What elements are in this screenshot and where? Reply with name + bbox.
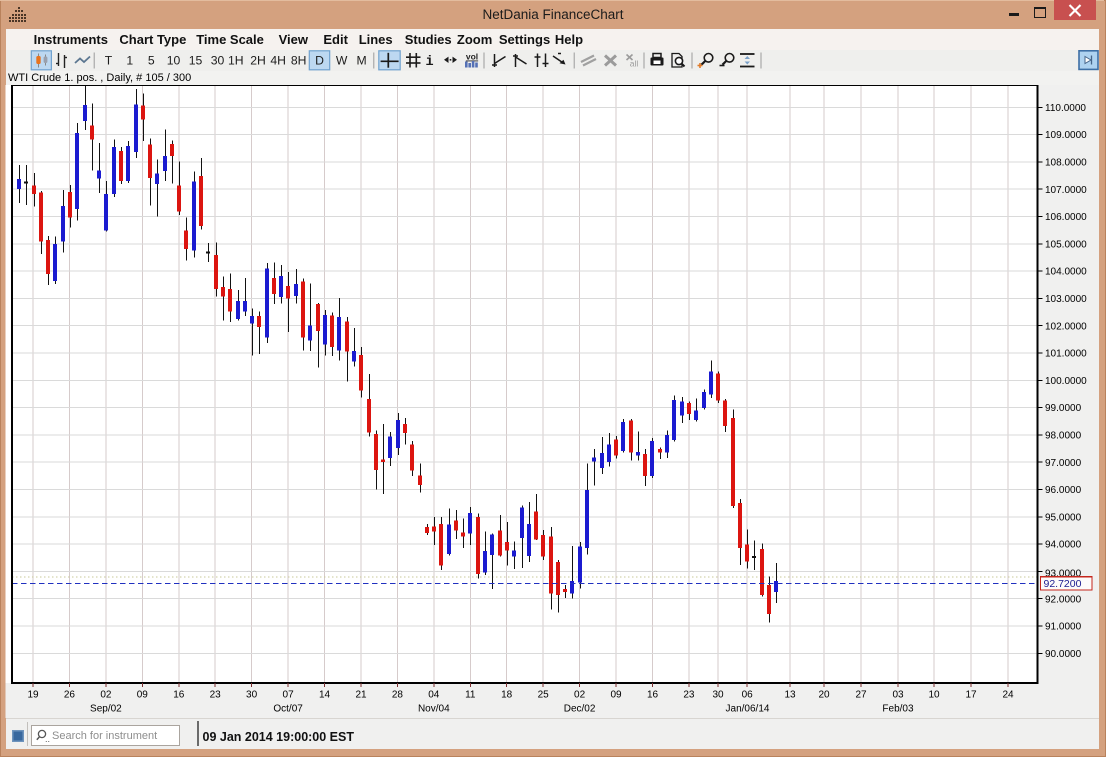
svg-text:20: 20 [818, 690, 830, 701]
svg-text:30: 30 [712, 690, 724, 701]
svg-text:97.0000: 97.0000 [1045, 458, 1082, 469]
svg-text:07: 07 [283, 690, 295, 701]
svg-text:91.0000: 91.0000 [1045, 622, 1082, 633]
svg-text:5: 5 [148, 54, 155, 68]
svg-text:02: 02 [574, 690, 586, 701]
svg-text:106.0000: 106.0000 [1045, 212, 1087, 223]
svg-text:10: 10 [167, 54, 181, 68]
svg-text:90.0000: 90.0000 [1045, 649, 1082, 660]
svg-text:23: 23 [683, 690, 695, 701]
svg-text:19: 19 [27, 690, 39, 701]
svg-text:105.0000: 105.0000 [1045, 239, 1087, 250]
svg-text:M: M [357, 54, 367, 68]
svg-text:11: 11 [465, 690, 476, 701]
svg-text:95.0000: 95.0000 [1045, 512, 1082, 523]
svg-text:98.0000: 98.0000 [1045, 431, 1082, 442]
svg-text:30: 30 [211, 54, 225, 68]
svg-text:109.0000: 109.0000 [1045, 130, 1087, 141]
svg-text:27: 27 [855, 690, 867, 701]
svg-text:06: 06 [742, 690, 754, 701]
svg-text:16: 16 [173, 690, 185, 701]
svg-text:4H: 4H [270, 54, 286, 68]
svg-text:92.0000: 92.0000 [1045, 594, 1082, 605]
svg-text:D: D [315, 54, 324, 68]
svg-text:99.0000: 99.0000 [1045, 403, 1082, 414]
svg-text:110.0000: 110.0000 [1045, 103, 1086, 114]
svg-text:14: 14 [319, 690, 331, 701]
svg-text:i: i [425, 55, 433, 70]
svg-text:108.0000: 108.0000 [1045, 158, 1087, 169]
svg-text:30: 30 [246, 690, 258, 701]
svg-text:107.0000: 107.0000 [1045, 185, 1087, 196]
svg-text:16: 16 [647, 690, 659, 701]
svg-text:..: .. [45, 734, 50, 744]
svg-text:Nov/04: Nov/04 [418, 704, 450, 715]
svg-text:28: 28 [392, 690, 404, 701]
svg-text:101.0000: 101.0000 [1045, 349, 1087, 360]
svg-text:104.0000: 104.0000 [1045, 267, 1087, 278]
svg-text:10: 10 [928, 690, 940, 701]
svg-text:vol: vol [466, 52, 478, 62]
svg-text:02: 02 [100, 690, 112, 701]
svg-text:102.0000: 102.0000 [1045, 321, 1087, 332]
svg-text:Sep/02: Sep/02 [90, 704, 122, 715]
svg-text:Feb/03: Feb/03 [882, 704, 914, 715]
svg-text:26: 26 [64, 690, 76, 701]
svg-text:09: 09 [137, 690, 149, 701]
svg-text:8H: 8H [291, 54, 307, 68]
svg-text:Oct/07: Oct/07 [273, 704, 303, 715]
svg-text:103.0000: 103.0000 [1045, 294, 1087, 305]
svg-text:96.0000: 96.0000 [1045, 485, 1082, 496]
svg-text:T: T [105, 54, 113, 68]
svg-text:21: 21 [355, 690, 367, 701]
svg-text:92.7200: 92.7200 [1044, 578, 1082, 590]
svg-text:all: all [630, 59, 639, 69]
svg-text:09: 09 [610, 690, 622, 701]
svg-text:13: 13 [784, 690, 796, 701]
svg-text:W: W [336, 54, 348, 68]
svg-text:1: 1 [126, 54, 133, 68]
svg-text:04: 04 [428, 690, 440, 701]
svg-text:03: 03 [892, 690, 904, 701]
svg-text:94.0000: 94.0000 [1045, 540, 1082, 551]
svg-text:18: 18 [501, 690, 513, 701]
svg-text:15: 15 [189, 54, 203, 68]
svg-text:Dec/02: Dec/02 [564, 704, 596, 715]
svg-text:1H: 1H [228, 54, 244, 68]
svg-text:100.0000: 100.0000 [1045, 376, 1087, 387]
svg-text:25: 25 [538, 690, 550, 701]
svg-text:23: 23 [210, 690, 222, 701]
svg-text:24: 24 [1002, 690, 1014, 701]
svg-text:17: 17 [965, 690, 977, 701]
svg-text:Jan/06/14: Jan/06/14 [726, 704, 770, 715]
svg-text:2H: 2H [250, 54, 266, 68]
